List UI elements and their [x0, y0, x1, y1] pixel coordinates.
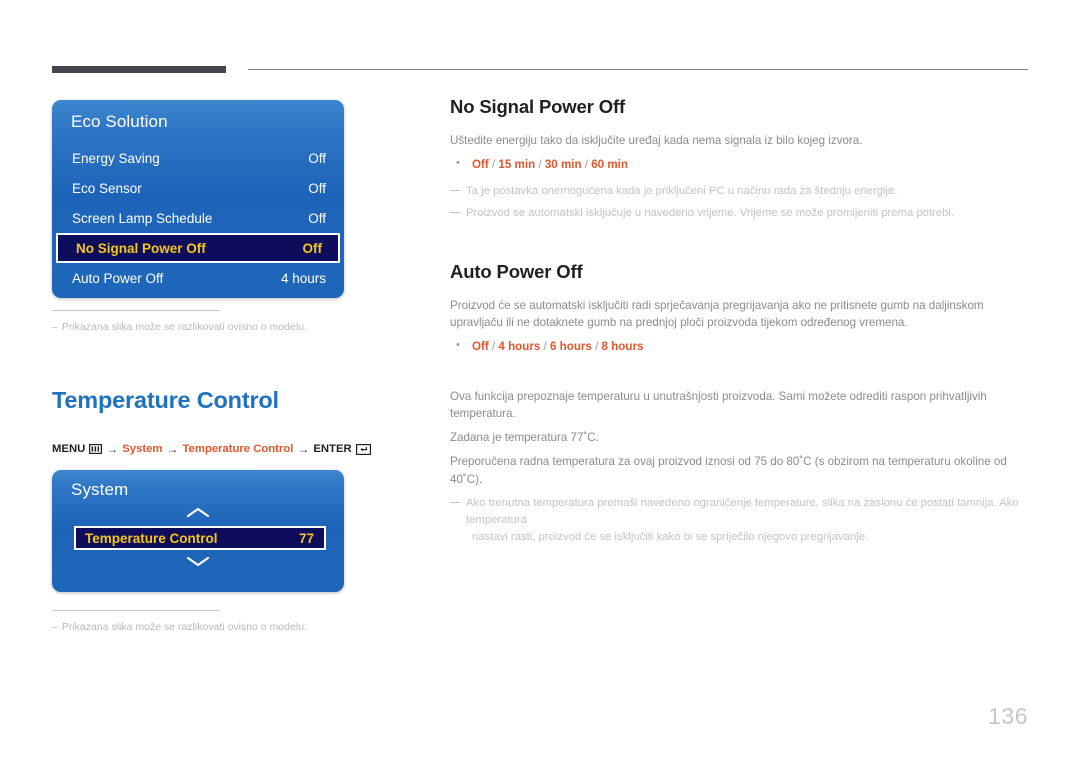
section-title-no-signal-power-off: No Signal Power Off	[450, 96, 625, 117]
osd-row-eco-sensor[interactable]: Eco Sensor Off	[52, 173, 344, 203]
section-note: Ta je postavka onemogućena kada je prikl…	[450, 183, 1028, 200]
chevron-down-icon[interactable]	[52, 555, 344, 573]
menu-path-arrow: →	[106, 442, 119, 456]
option-token: Off	[472, 158, 492, 172]
osd-row-label: Eco Sensor	[72, 180, 142, 196]
menu-icon	[89, 444, 103, 454]
section-paragraph: Zadana je temperatura 77˚C.	[450, 431, 599, 445]
osd-row-label: Screen Lamp Schedule	[72, 210, 213, 226]
osd-row-value: Off	[308, 150, 326, 166]
section-note-line1: Ako trenutna temperatura premaši naveden…	[466, 496, 1019, 526]
osd-panel-title: Eco Solution	[71, 112, 168, 131]
note-body: Prikazana slika može se razlikovati ovis…	[61, 321, 307, 333]
section-paragraph: Uštedite energiju tako da isključite ure…	[450, 134, 863, 147]
osd-row-value: 4 hours	[280, 270, 326, 286]
header-rule-thin	[248, 69, 1028, 70]
osd-panel-system: System Temperature Control 77	[52, 470, 344, 592]
option-token: 30 min	[541, 158, 585, 172]
option-list-auto-power: Off / 4 hours / 6 hours / 8 hours	[450, 337, 1028, 357]
option-list-item: Off / 4 hours / 6 hours / 8 hours	[450, 337, 1028, 357]
option-list-no-signal: Off / 15 min / 30 min / 60 min	[450, 155, 1028, 175]
enter-icon	[355, 443, 371, 455]
header-rule	[52, 66, 1028, 74]
note-divider	[52, 610, 220, 611]
osd-row-no-signal-power-off[interactable]: No Signal Power Off Off	[56, 233, 340, 263]
osd-row-energy-saving[interactable]: Energy Saving Off	[52, 143, 344, 173]
menu-path-enter-label: ENTER	[313, 443, 352, 455]
option-token: 4 hours	[495, 339, 544, 353]
content-column-top: No Signal Power Off Uštedite energiju ta…	[450, 96, 1028, 364]
section-note: Proizvod se automatski isključuje u nave…	[450, 205, 1028, 222]
figure-note-system: – Prikazana slika može se razlikovati ovi…	[52, 610, 352, 634]
osd-row-label: Temperature Control	[85, 530, 218, 546]
section-paragraph: Ova funkcija prepoznaje temperaturu u un…	[450, 390, 987, 421]
osd-row-value: 77	[298, 530, 314, 546]
menu-path-arrow: →	[166, 442, 179, 456]
osd-row-auto-power-off[interactable]: Auto Power Off 4 hours	[52, 263, 344, 293]
osd-row-value: Off	[302, 240, 323, 256]
chevron-up-icon[interactable]	[52, 506, 344, 524]
note-text: – Prikazana slika može se razlikovati ovi…	[52, 320, 352, 334]
menu-path-item-system: System	[122, 443, 163, 455]
osd-row-value: Off	[308, 180, 326, 196]
figure-note-eco: – Prikazana slika može se razlikovati ovi…	[52, 310, 352, 334]
osd-row-label: Energy Saving	[72, 150, 160, 166]
osd-row-screen-lamp-schedule[interactable]: Screen Lamp Schedule Off	[52, 203, 344, 233]
section-paragraph: Preporučena radna temperatura za ovaj pr…	[450, 455, 1007, 486]
osd-panel-eco-solution: Eco Solution Energy Saving Off Eco Senso…	[52, 100, 344, 298]
option-list-item: Off / 15 min / 30 min / 60 min	[450, 155, 1028, 175]
page-title: Temperature Control	[52, 387, 279, 413]
menu-path-breadcrumb: MENU → System → Temperature Control → EN…	[52, 442, 371, 456]
content-column-bottom: Ova funkcija prepoznaje temperaturu u un…	[450, 388, 1030, 551]
option-token: 6 hours	[546, 339, 596, 353]
osd-panel-title: System	[71, 480, 129, 499]
note-divider	[52, 310, 220, 311]
option-token: Off	[472, 339, 492, 353]
option-token: 8 hours	[598, 339, 644, 353]
osd-row-label: Auto Power Off	[72, 270, 164, 286]
osd-row-label: No Signal Power Off	[76, 240, 206, 256]
osd-row-value: Off	[308, 210, 326, 226]
menu-path-item-temperature-control: Temperature Control	[182, 443, 294, 455]
osd-row-temperature-control[interactable]: Temperature Control 77	[74, 526, 326, 550]
menu-path-arrow: →	[297, 442, 310, 456]
note-text: – Prikazana slika može se razlikovati ovi…	[52, 620, 352, 634]
note-dash: –	[52, 621, 58, 633]
temperature-control-heading-block: Temperature Control	[52, 387, 432, 414]
section-title-auto-power-off: Auto Power Off	[450, 260, 583, 282]
section-note: Ako trenutna temperatura premaši naveden…	[450, 495, 1030, 546]
header-rule-thick	[52, 66, 226, 73]
menu-path-menu-label: MENU	[52, 443, 86, 455]
section-paragraph: Proizvod će se automatski isključiti rad…	[450, 298, 984, 329]
osd-menu-list: Energy Saving Off Eco Sensor Off Screen …	[52, 143, 344, 293]
note-dash: –	[52, 321, 58, 333]
note-body: Prikazana slika može se razlikovati ovis…	[61, 621, 307, 633]
option-token: 15 min	[495, 158, 539, 172]
section-note-line2: nastavi rasti, proizvod će se isključiti…	[472, 530, 869, 543]
option-token: 60 min	[588, 158, 628, 172]
page-number: 136	[988, 703, 1028, 729]
